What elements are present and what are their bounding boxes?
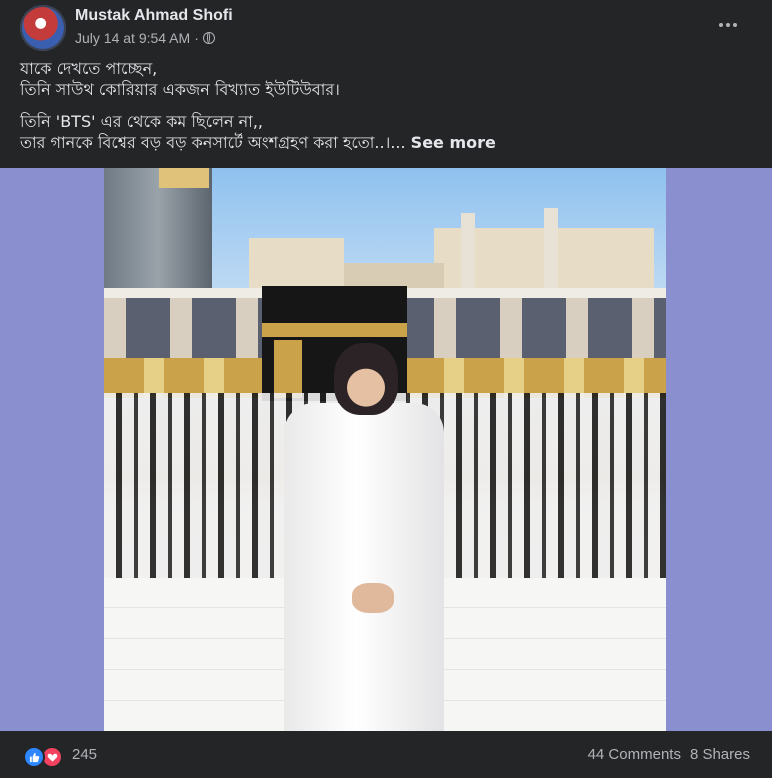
main-person [284, 343, 444, 731]
person-hands [352, 583, 394, 613]
see-more-link[interactable]: See more [411, 133, 496, 152]
clock-tower-building [104, 168, 212, 303]
post-text-line: তিনি সাউথ কোরিয়ার একজন বিখ্যাত ইউটিউবার… [20, 80, 340, 99]
post-text-line: তিনি 'BTS' এর থেকে কম ছিলেন না,, [20, 112, 263, 131]
post-text-line: যাকে দেখতে পাচ্ছেন, [20, 59, 158, 78]
post-card: Mustak Ahmad Shofi July 14 at 9:54 AM · … [0, 0, 772, 778]
more-options-icon[interactable] [716, 13, 740, 37]
white-robe [284, 403, 444, 731]
shares-count[interactable]: 8 Shares [690, 746, 750, 763]
author-name[interactable]: Mustak Ahmad Shofi [75, 7, 233, 25]
avatar[interactable] [20, 5, 66, 51]
kaaba-band [262, 323, 407, 337]
post-media[interactable] [0, 168, 772, 731]
post-footer: 245 44 Comments 8 Shares [0, 731, 772, 778]
reaction-icons[interactable] [23, 744, 65, 768]
person-head [334, 343, 398, 415]
reaction-count[interactable]: 245 [72, 746, 97, 763]
post-text: যাকে দেখতে পাচ্ছেন, তিনি সাউথ কোরিয়ার এ… [20, 58, 760, 164]
comments-count[interactable]: 44 Comments [588, 746, 681, 763]
globe-icon[interactable] [202, 32, 215, 44]
meta-separator: · [194, 30, 199, 46]
post-header: Mustak Ahmad Shofi July 14 at 9:54 AM · [20, 5, 752, 51]
like-icon[interactable] [23, 746, 45, 768]
post-text-line: তার গানকে বিশ্বের বড় বড় কনসার্টে অংশগ্… [20, 133, 406, 152]
post-stats: 44 Comments 8 Shares [588, 746, 750, 763]
post-photo[interactable] [104, 168, 666, 731]
timestamp-link[interactable]: July 14 at 9:54 AM [75, 30, 190, 46]
construction-crane [159, 168, 209, 188]
post-meta: July 14 at 9:54 AM · [75, 30, 215, 46]
